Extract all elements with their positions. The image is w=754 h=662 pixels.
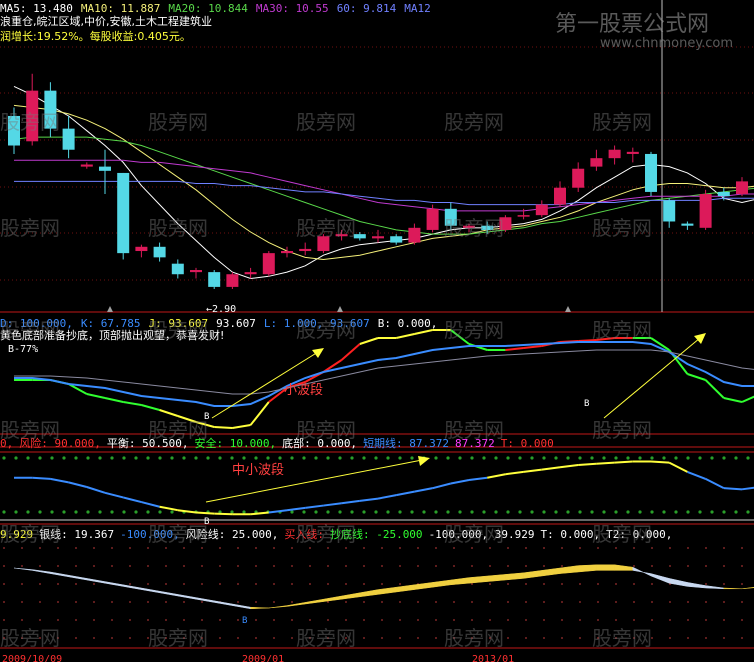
watermark-9: 股旁网 — [592, 216, 652, 240]
osc-line-seg-33 — [614, 460, 633, 464]
watermark-25: 股旁网 — [0, 626, 60, 650]
osc-line-seg-39 — [723, 487, 743, 491]
j-line-seg-11 — [214, 426, 233, 429]
candle-body-12 — [226, 274, 239, 287]
watermark-7: 股旁网 — [296, 216, 356, 240]
watermark-20: 股旁网 — [0, 522, 60, 546]
watermark-24: 股旁网 — [592, 522, 652, 546]
candle-body-15 — [281, 251, 293, 254]
osc-line-seg-31 — [578, 462, 597, 466]
candle-body-9 — [171, 263, 184, 275]
candle-body-32 — [590, 158, 603, 167]
osc-line-seg-32 — [596, 461, 615, 465]
watermark-4: 股旁网 — [592, 110, 652, 134]
candle-body-39 — [717, 191, 730, 197]
ma-legend-item-2: MA20: 10.844 — [168, 2, 248, 15]
ma-legend: MA5: 13.480 MA10: 11.887 MA20: 10.844 MA30:… — [0, 2, 439, 15]
candle-body-21 — [390, 236, 403, 243]
candle-body-7 — [135, 246, 148, 252]
date-label-1: 2009/10/09 — [2, 654, 63, 662]
osc-line-seg-1 — [32, 476, 51, 480]
brand-url: www.chnmoney.com — [600, 36, 734, 51]
candle-body-13 — [244, 272, 257, 275]
watermark-11: 股旁网 — [148, 318, 208, 342]
candle-body-33 — [608, 149, 621, 159]
kdj-line2: B-77% — [8, 344, 39, 355]
candle-body-22 — [408, 227, 421, 243]
ma-legend-item-3: MA30: 10.55 — [255, 2, 329, 15]
watermark-23: 股旁网 — [444, 522, 504, 546]
osc-annotation: 中小波段 — [232, 463, 285, 478]
osc-line-seg-35 — [650, 460, 670, 464]
candle-body-11 — [208, 272, 221, 287]
watermark-19: 股旁网 — [592, 418, 652, 442]
watermark-5: 股旁网 — [0, 216, 60, 240]
candle-body-5 — [99, 166, 111, 171]
watermark-29: 股旁网 — [592, 626, 652, 650]
candle-body-16 — [299, 248, 312, 252]
watermark-21: 股旁网 — [148, 522, 208, 546]
brand-title: 第一股票公式网 — [555, 12, 710, 37]
candle-body-40 — [736, 181, 748, 195]
low-price-marker: ←2.90 — [206, 304, 237, 315]
candle-body-37 — [681, 223, 694, 226]
candle-body-38 — [699, 194, 712, 228]
watermark-16: 股旁网 — [148, 418, 208, 442]
watermark-14: 股旁网 — [592, 318, 652, 342]
candle-body-20 — [372, 236, 384, 239]
ma-legend-item-0: MA5: 13.480 — [0, 2, 73, 15]
watermark-18: 股旁网 — [444, 418, 504, 442]
candle-body-34 — [626, 151, 639, 154]
watermark-10: 股旁网 — [0, 318, 60, 342]
date-label-3: 2013/01 — [472, 654, 515, 662]
candle-body-35 — [645, 153, 657, 192]
candle-body-4 — [80, 164, 93, 167]
watermark-28: 股旁网 — [444, 626, 504, 650]
watermark-2: 股旁网 — [296, 110, 356, 134]
watermark-0: 股旁网 — [0, 110, 60, 134]
candle-body-31 — [572, 168, 585, 188]
watermark-1: 股旁网 — [148, 110, 208, 134]
candle-body-6 — [117, 172, 130, 254]
watermark-12: 股旁网 — [296, 318, 356, 342]
candle-body-14 — [262, 253, 275, 275]
growth-info: 润增长:19.52%。每股收益:0.405元。 — [0, 30, 191, 43]
osc-legend-item-5: 短期线: 87.372 — [363, 437, 450, 450]
candle-body-30 — [554, 187, 566, 205]
watermark-22: 股旁网 — [296, 522, 356, 546]
candle-body-10 — [190, 270, 202, 273]
watermark-13: 股旁网 — [444, 318, 504, 342]
bottom-b-label: B — [242, 616, 248, 626]
candle-body-8 — [153, 246, 166, 258]
candle-body-3 — [62, 128, 75, 150]
ma-legend-item-1: MA10: 11.887 — [80, 2, 161, 15]
watermark-6: 股旁网 — [148, 216, 208, 240]
ma-legend-item-5: MA12 — [404, 2, 431, 15]
candle-body-29 — [535, 204, 548, 216]
watermark-15: 股旁网 — [0, 418, 60, 442]
osc-line-seg-10 — [195, 511, 215, 515]
band-seg-32 — [596, 564, 615, 571]
watermark-8: 股旁网 — [444, 216, 504, 240]
stock-chart-screen: MA5: 13.480 MA10: 11.887 MA20: 10.844 MA30:… — [0, 0, 754, 662]
kdj-annotation: 小波段 — [284, 383, 324, 398]
osc-legend-item-7: T: 0.000 — [500, 437, 554, 450]
kdj-legend-item-5: B: 0.000, — [377, 317, 438, 330]
stock-info: 浪重仓,皖江区域,中价,安徽,土木工程建筑业 — [0, 15, 212, 28]
date-label-2: 2009/01 — [242, 654, 285, 662]
candle-body-28 — [517, 215, 530, 217]
ma-legend-item-4: 60: 9.814 — [336, 2, 397, 15]
candle-body-36 — [663, 200, 676, 222]
kdj-b-label-2: B — [584, 399, 590, 409]
osc-line-seg-11 — [214, 512, 233, 516]
watermark-27: 股旁网 — [296, 626, 356, 650]
watermark-26: 股旁网 — [148, 626, 208, 650]
watermark-3: 股旁网 — [444, 110, 504, 134]
watermark-17: 股旁网 — [296, 418, 356, 442]
candle-body-23 — [426, 208, 439, 230]
